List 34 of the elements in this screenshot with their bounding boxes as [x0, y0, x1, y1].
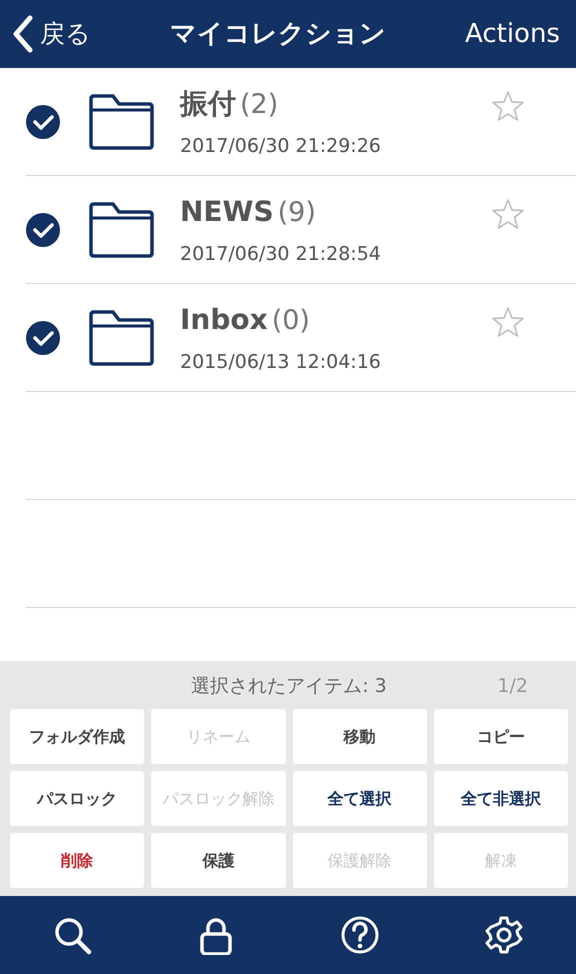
folder-date: 2015/06/13 12:04:16 [180, 350, 382, 374]
actions-button[interactable]: Actions [465, 14, 560, 54]
star-icon[interactable] [492, 90, 524, 122]
action-button[interactable]: 移動 [292, 709, 427, 764]
folder-row[interactable]: NEWS(9) 2017/06/30 21:28:54 [26, 176, 576, 284]
item-count: (9) [278, 197, 316, 228]
star-icon[interactable] [492, 198, 524, 230]
folder-name: NEWS [180, 195, 274, 228]
action-button[interactable]: フォルダ作成 [10, 709, 144, 764]
action-button[interactable]: 削除 [10, 833, 144, 888]
back-button[interactable]: 戻る [12, 15, 91, 53]
settings-icon[interactable] [484, 915, 524, 955]
folder-name: 振付 [180, 87, 236, 120]
chevron-left-icon [12, 15, 34, 53]
folder-row[interactable]: Inbox(0) 2015/06/13 12:04:16 [26, 284, 576, 392]
checkbox[interactable] [26, 104, 60, 138]
action-button[interactable]: パスロック [10, 771, 144, 826]
action-button[interactable]: 保護 [151, 833, 286, 888]
help-icon[interactable] [340, 915, 380, 955]
checkbox[interactable] [26, 320, 60, 354]
folder-row[interactable]: 振付(2) 2017/06/30 21:29:26 [26, 68, 576, 176]
action-button[interactable]: コピー [434, 709, 568, 764]
checkbox[interactable] [26, 212, 60, 246]
item-count: (2) [240, 89, 278, 120]
folder-name: Inbox [180, 303, 268, 336]
selection-count: 選択されたアイテム: 3 [191, 674, 387, 699]
action-button[interactable]: 全て非選択 [434, 771, 568, 826]
page-indicator: 1/2 [497, 674, 528, 699]
screen-title: マイコレクション [170, 18, 386, 50]
item-count: (0) [272, 305, 310, 336]
star-icon[interactable] [492, 306, 524, 338]
folder-date: 2017/06/30 21:29:26 [180, 134, 382, 158]
folder-date: 2017/06/30 21:28:54 [180, 242, 382, 266]
action-button[interactable]: 全て選択 [292, 771, 427, 826]
